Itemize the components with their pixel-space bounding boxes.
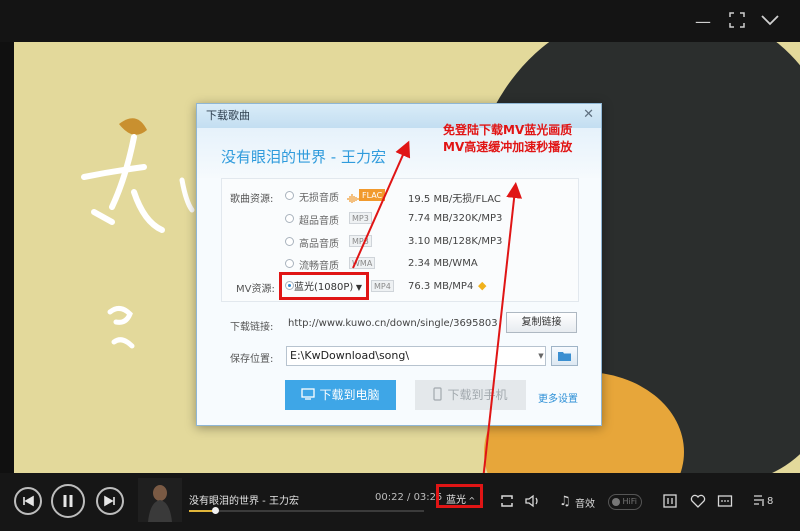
previous-icon (23, 495, 34, 507)
next-button[interactable] (96, 487, 124, 515)
now-playing-title[interactable]: 没有眼泪的世界 - 王力宏 (189, 492, 299, 507)
album-cover[interactable] (138, 478, 182, 522)
next-icon (104, 495, 115, 507)
progress-bar[interactable] (189, 507, 424, 514)
previous-button[interactable] (14, 487, 42, 515)
quality-value: 蓝光 (446, 495, 466, 506)
arrow-to-mv-option (352, 140, 411, 269)
more-icon[interactable] (717, 493, 733, 513)
repeat-icon[interactable] (499, 493, 515, 513)
progress-fill (189, 510, 215, 512)
annotation-arrows (352, 140, 523, 481)
progress-knob[interactable] (211, 507, 219, 514)
pause-icon (63, 495, 73, 507)
music-note-icon[interactable]: ♫ (559, 493, 571, 511)
album-cover-art (138, 478, 182, 522)
heart-icon[interactable] (690, 493, 706, 513)
chevron-up-icon: ^ (466, 496, 476, 505)
time-separator: / (403, 492, 414, 503)
quality-switch-button[interactable]: 蓝光 ^ (446, 491, 475, 506)
sound-effect-button[interactable]: 音效 (575, 495, 595, 510)
hifi-toggle[interactable]: HiFi (608, 494, 642, 510)
volume-icon[interactable] (524, 493, 542, 513)
playlist-icon[interactable] (752, 493, 766, 513)
playback-time: 00:22 / 03:25 (375, 492, 442, 503)
playlist-count[interactable]: 8 (767, 496, 773, 507)
arrow-to-quality (482, 182, 523, 481)
lyrics-icon[interactable] (662, 493, 678, 513)
pause-button[interactable] (51, 484, 85, 518)
current-time: 00:22 (375, 492, 404, 503)
